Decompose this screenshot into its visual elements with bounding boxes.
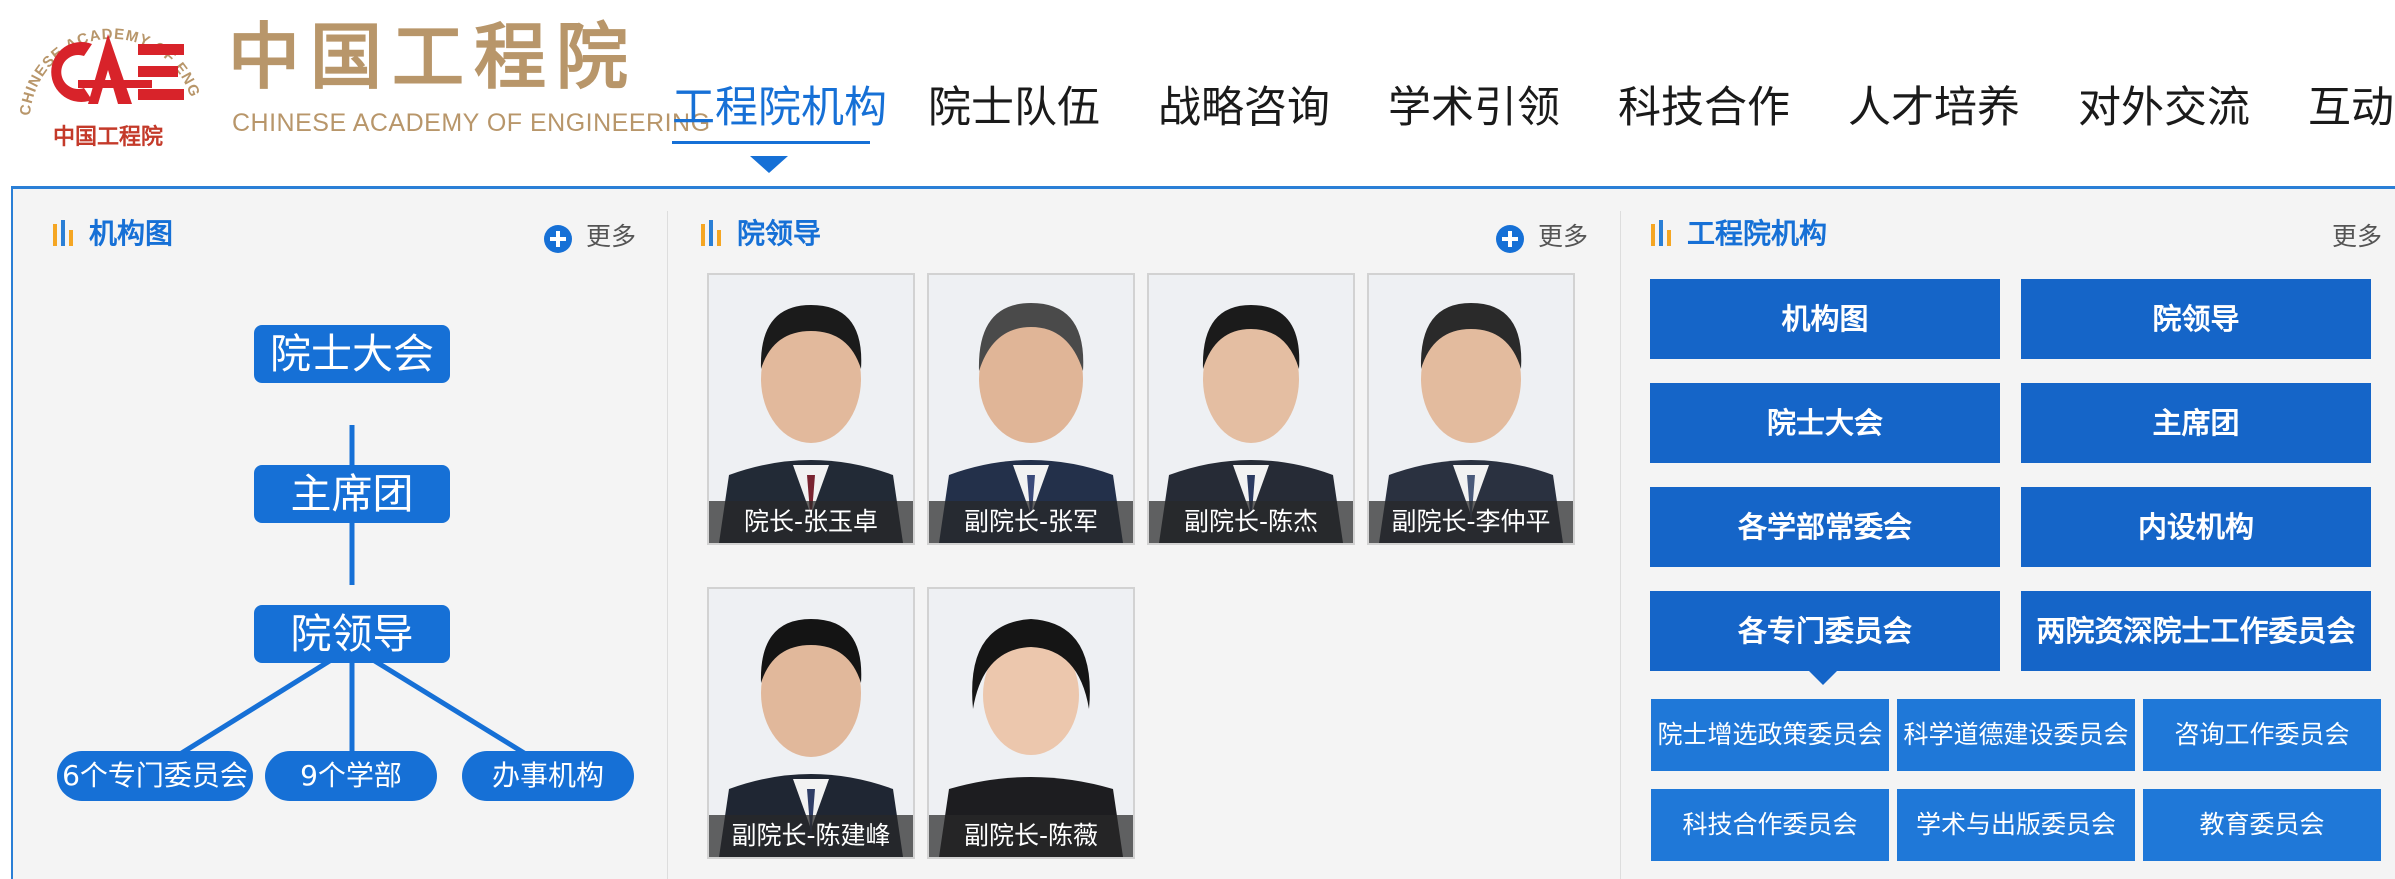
org-node-general-assembly[interactable]: 院士大会 (254, 325, 450, 383)
nav-item-academic-leadership[interactable]: 学术引领 (1388, 78, 1560, 148)
section-title: 工程院机构 (1687, 217, 1828, 250)
leader-caption: 副院长-陈薇 (929, 815, 1133, 857)
sub-button-consulting[interactable]: 咨询工作委员会 (2143, 699, 2381, 771)
leader-caption: 副院长-张军 (929, 501, 1133, 543)
svg-text:中国工程院: 中国工程院 (228, 14, 638, 98)
leader-card[interactable]: 副院长-陈薇 (927, 587, 1135, 859)
active-nav-caret (750, 156, 788, 173)
leader-card[interactable]: 副院长-陈建峰 (707, 587, 915, 859)
leader-caption: 副院长-陈杰 (1149, 501, 1353, 543)
nav-item-interactive-exchange[interactable]: 互动交流 (2308, 78, 2395, 148)
inst-button-org-chart[interactable]: 机构图 (1650, 279, 2000, 359)
leader-caption: 院长-张玉卓 (709, 501, 913, 543)
institutions-more-link[interactable]: 更多 (2332, 217, 2382, 257)
institutions-section-header: 工程院机构 (1651, 214, 1891, 254)
inst-button-senior-academicians-committee[interactable]: 两院资深院士工作委员会 (2021, 591, 2371, 671)
leader-caption: 副院长-陈建峰 (709, 815, 913, 857)
column-divider (1620, 211, 1621, 879)
bar-chart-icon (53, 220, 73, 246)
org-node-presidium[interactable]: 主席团 (254, 465, 450, 523)
org-leaf-special-committees[interactable]: 6个专门委员会 (57, 751, 253, 801)
leader-card[interactable]: 院长-张玉卓 (707, 273, 915, 545)
institutions-panel: 机构图 更多 院士大会 主席团 院领导 6个专门委员会 9个学部 办事机构 院领… (11, 186, 2395, 879)
nav-item-institutions[interactable]: 工程院机构 (672, 78, 887, 148)
org-leaf-divisions[interactable]: 9个学部 (265, 751, 437, 801)
academy-name-logo-en: CHINESE ACADEMY OF ENGINEERING (232, 109, 711, 137)
leaders-section-header: 院领导 (701, 214, 901, 254)
inst-button-internal-departments[interactable]: 内设机构 (2021, 487, 2371, 567)
site-header: CHINESE ACADEMY OF ENGINEERING 中国工程院 中国工… (0, 0, 2395, 186)
inst-button-leaders[interactable]: 院领导 (2021, 279, 2371, 359)
more-plus-icon[interactable] (1496, 225, 1524, 253)
submenu-caret (1809, 671, 1837, 685)
leader-card[interactable]: 副院长-李仲平 (1367, 273, 1575, 545)
leaders-more-link[interactable]: 更多 (1538, 217, 1588, 257)
bar-chart-icon (701, 220, 721, 246)
leader-card[interactable]: 副院长-陈杰 (1147, 273, 1355, 545)
nav-item-tech-cooperation[interactable]: 科技合作 (1618, 78, 1790, 148)
leader-card[interactable]: 副院长-张军 (927, 273, 1135, 545)
inst-button-presidium[interactable]: 主席团 (2021, 383, 2371, 463)
academy-name-logo-cn[interactable]: 中国工程院 (228, 10, 648, 98)
nav-item-external-exchange[interactable]: 对外交流 (2078, 78, 2250, 148)
bar-chart-icon (1651, 220, 1671, 246)
column-divider (667, 211, 668, 879)
sub-button-academic-publishing[interactable]: 学术与出版委员会 (1897, 789, 2135, 861)
sub-button-tech-cooperation[interactable]: 科技合作委员会 (1651, 789, 1889, 861)
section-title: 院领导 (737, 217, 822, 250)
inst-button-special-committees[interactable]: 各专门委员会 (1650, 591, 2000, 671)
org-more-link[interactable]: 更多 (586, 217, 636, 257)
inst-button-division-standing-committees[interactable]: 各学部常委会 (1650, 487, 2000, 567)
nav-item-academicians[interactable]: 院士队伍 (928, 78, 1100, 148)
org-leaf-offices[interactable]: 办事机构 (462, 751, 634, 801)
more-plus-icon[interactable] (544, 225, 572, 253)
org-section-header: 机构图 (53, 214, 253, 254)
nav-item-strategic-consulting[interactable]: 战略咨询 (1158, 78, 1330, 148)
sub-button-ethics[interactable]: 科学道德建设委员会 (1897, 699, 2135, 771)
sub-button-education[interactable]: 教育委员会 (2143, 789, 2381, 861)
nav-item-talent-training[interactable]: 人才培养 (1848, 78, 2020, 148)
emblem-bottom-text: 中国工程院 (53, 124, 163, 150)
sub-button-election-policy[interactable]: 院士增选政策委员会 (1651, 699, 1889, 771)
inst-button-general-assembly[interactable]: 院士大会 (1650, 383, 2000, 463)
org-node-leadership[interactable]: 院领导 (254, 605, 450, 663)
section-title: 机构图 (89, 217, 174, 250)
leader-caption: 副院长-李仲平 (1369, 501, 1573, 543)
academy-emblem-logo[interactable]: CHINESE ACADEMY OF ENGINEERING 中国工程院 (8, 4, 206, 154)
main-nav: 工程院机构 院士队伍 战略咨询 学术引领 科技合作 人才培养 对外交流 互动交流 (672, 78, 2395, 148)
